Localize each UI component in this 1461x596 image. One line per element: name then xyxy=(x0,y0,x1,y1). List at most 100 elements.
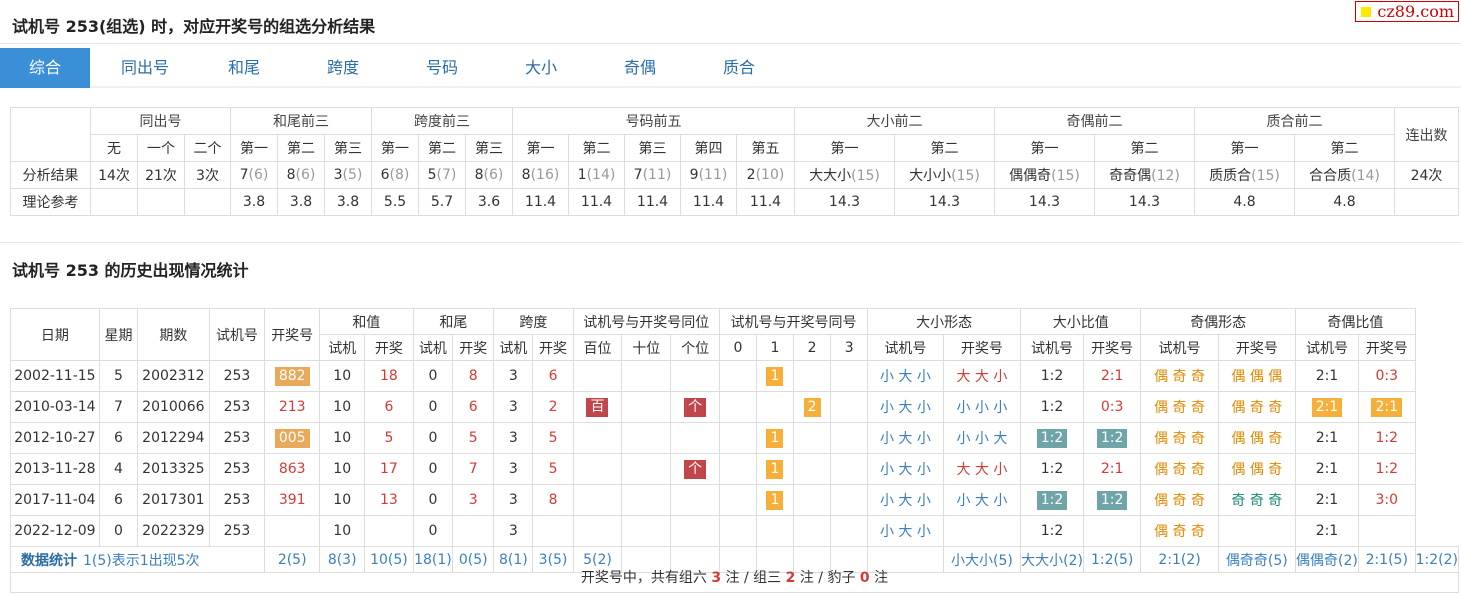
sum-trial: 10 xyxy=(333,399,352,415)
same-number-cell xyxy=(830,453,869,485)
reference-cell xyxy=(90,188,138,216)
span-draw: 5 xyxy=(548,430,558,446)
same-number-cell xyxy=(793,453,832,485)
issue-cell: 2010066 xyxy=(137,391,210,423)
sub-header: 试机号 xyxy=(1158,340,1201,357)
tab-hewei[interactable]: 和尾 xyxy=(200,48,288,88)
sub-header: 试机号 xyxy=(1031,340,1074,357)
result-cell: 21次 xyxy=(137,161,185,189)
parity-ratio-draw: 1:2 xyxy=(1357,453,1416,485)
tail-trial: 0 xyxy=(412,422,454,454)
group-header: 和尾 xyxy=(412,308,495,335)
sub-header: 试机 xyxy=(493,334,534,361)
reference-cell: 11.4 xyxy=(636,194,669,210)
reference-cell xyxy=(184,188,231,216)
result-cell: 7 xyxy=(633,167,643,183)
tail-trial: 0 xyxy=(412,484,454,516)
count-note: (5) xyxy=(342,167,363,183)
parity-pattern-trial: 偶 奇 奇 xyxy=(1140,360,1219,392)
tab-kuadu[interactable]: 跨度 xyxy=(298,48,388,88)
span-trial: 3 xyxy=(493,453,534,485)
sum-draw: 5 xyxy=(384,430,394,446)
sum-trial: 10 xyxy=(333,523,352,539)
weekday-cell: 0 xyxy=(114,523,123,539)
trial-number-cell: 253 xyxy=(223,368,251,384)
span-trial: 3 xyxy=(493,391,534,423)
sub-header: 第二 xyxy=(428,141,456,157)
parity-pattern-trial: 偶 奇 奇 xyxy=(1154,400,1205,416)
reference-cell: 5.5 xyxy=(383,194,407,210)
span-draw: 8 xyxy=(532,484,574,516)
sub-header: 第二 xyxy=(1094,134,1195,162)
size-pattern-draw: 小 小 小 xyxy=(956,400,1008,416)
tab-zhihe[interactable]: 质合 xyxy=(694,48,784,88)
group-header: 跨度 xyxy=(493,308,574,335)
sub-header: 2 xyxy=(793,334,832,361)
tail-trial: 0 xyxy=(428,368,438,384)
draw-number-cell: 882 xyxy=(264,360,321,392)
reference-cell: 3.6 xyxy=(477,194,501,210)
count-note: (15) xyxy=(851,168,880,184)
result-cell: 5 xyxy=(427,167,437,183)
tab-zonghe[interactable]: 综合 xyxy=(0,48,90,88)
span-trial: 3 xyxy=(493,484,534,516)
sum-draw: 13 xyxy=(379,492,398,508)
tab-tongchuhao[interactable]: 同出号 xyxy=(100,48,190,88)
column-header: 日期 xyxy=(10,308,100,361)
size-ratio-draw: 0:3 xyxy=(1100,399,1124,415)
group-header: 号码前五 xyxy=(512,107,795,135)
span-draw xyxy=(532,515,574,547)
tab-haoma[interactable]: 号码 xyxy=(397,48,487,88)
column-header: 星期 xyxy=(98,308,139,361)
tail-draw: 6 xyxy=(452,391,495,423)
tab-daxiao[interactable]: 大小 xyxy=(496,48,586,88)
result-cell: 大大小 xyxy=(809,168,852,184)
size-ratio-draw: 2:1 xyxy=(1100,368,1124,384)
size-ratio-draw: 1:2 xyxy=(1096,490,1128,510)
same-position-cell xyxy=(572,515,623,547)
same-position-cell xyxy=(621,453,672,485)
size-pattern-draw: 大 大 小 xyxy=(956,369,1008,385)
tail-draw: 3 xyxy=(468,492,478,508)
tab-jiou[interactable]: 奇偶 xyxy=(595,48,685,88)
result-cell: 合合质(14) xyxy=(1294,161,1395,189)
size-ratio-trial: 1:2 xyxy=(1020,422,1084,454)
date-cell: 2013-11-28 xyxy=(14,461,96,477)
draw-number-cell: 005 xyxy=(264,422,321,454)
span-draw: 5 xyxy=(532,453,574,485)
size-ratio-trial: 1:2 xyxy=(1036,428,1068,448)
site-logo[interactable]: cz89.com xyxy=(1355,1,1459,22)
span-trial: 3 xyxy=(493,422,534,454)
sub-header: 试机 xyxy=(412,334,454,361)
count-note: (15) xyxy=(1051,168,1080,184)
same-number-cell: 1 xyxy=(766,459,784,479)
reference-cell: 4.8 xyxy=(1233,194,1256,210)
result-cell: 2(10) xyxy=(736,161,795,189)
sub-header: 第一 xyxy=(1194,134,1295,162)
reference-cell: 5.7 xyxy=(430,194,454,210)
footer-text: 开奖号中，共有组六 xyxy=(580,570,707,586)
group-header: 大小比值 xyxy=(1020,308,1142,335)
footer-text: 注 xyxy=(874,570,889,586)
size-pattern-trial: 小 大 小 xyxy=(879,369,931,385)
size-pattern-trial: 小 大 小 xyxy=(879,462,931,478)
same-number-cell xyxy=(719,515,757,547)
count-note: (12) xyxy=(1151,168,1180,184)
sum-draw: 18 xyxy=(379,368,398,384)
parity-pattern-draw: 偶 偶 偶 xyxy=(1231,369,1283,385)
group-header: 奇偶比值 xyxy=(1295,308,1416,335)
tail-trial: 0 xyxy=(412,360,454,392)
page-header: 试机号 253(组选) 时，对应开奖号的组选分析结果 cz89.com xyxy=(0,0,1461,44)
sub-header: 第三 xyxy=(324,134,372,162)
table-row: 理论参考 3.8 3.8 3.8 5.5 5.7 3.6 11.4 11.4 11.4 11.4 11… xyxy=(10,188,1459,216)
same-position-cell xyxy=(621,391,672,423)
size-pattern-draw: 小 小 大 xyxy=(942,422,1022,454)
issue-cell: 2022329 xyxy=(137,515,210,547)
sub-header: 第三 xyxy=(475,141,503,157)
sub-header: 试机 xyxy=(319,334,366,361)
same-number-cell: 1 xyxy=(755,484,795,516)
reference-cell: 14.3 xyxy=(828,194,861,210)
size-pattern-draw: 大 大 小 xyxy=(942,453,1022,485)
result-cell: 8 xyxy=(286,167,296,183)
table-row: 2012-10-27 6 2012294 253 005 10 5 0 5 3 5 1 小 大 小 小 小… xyxy=(10,422,1459,454)
